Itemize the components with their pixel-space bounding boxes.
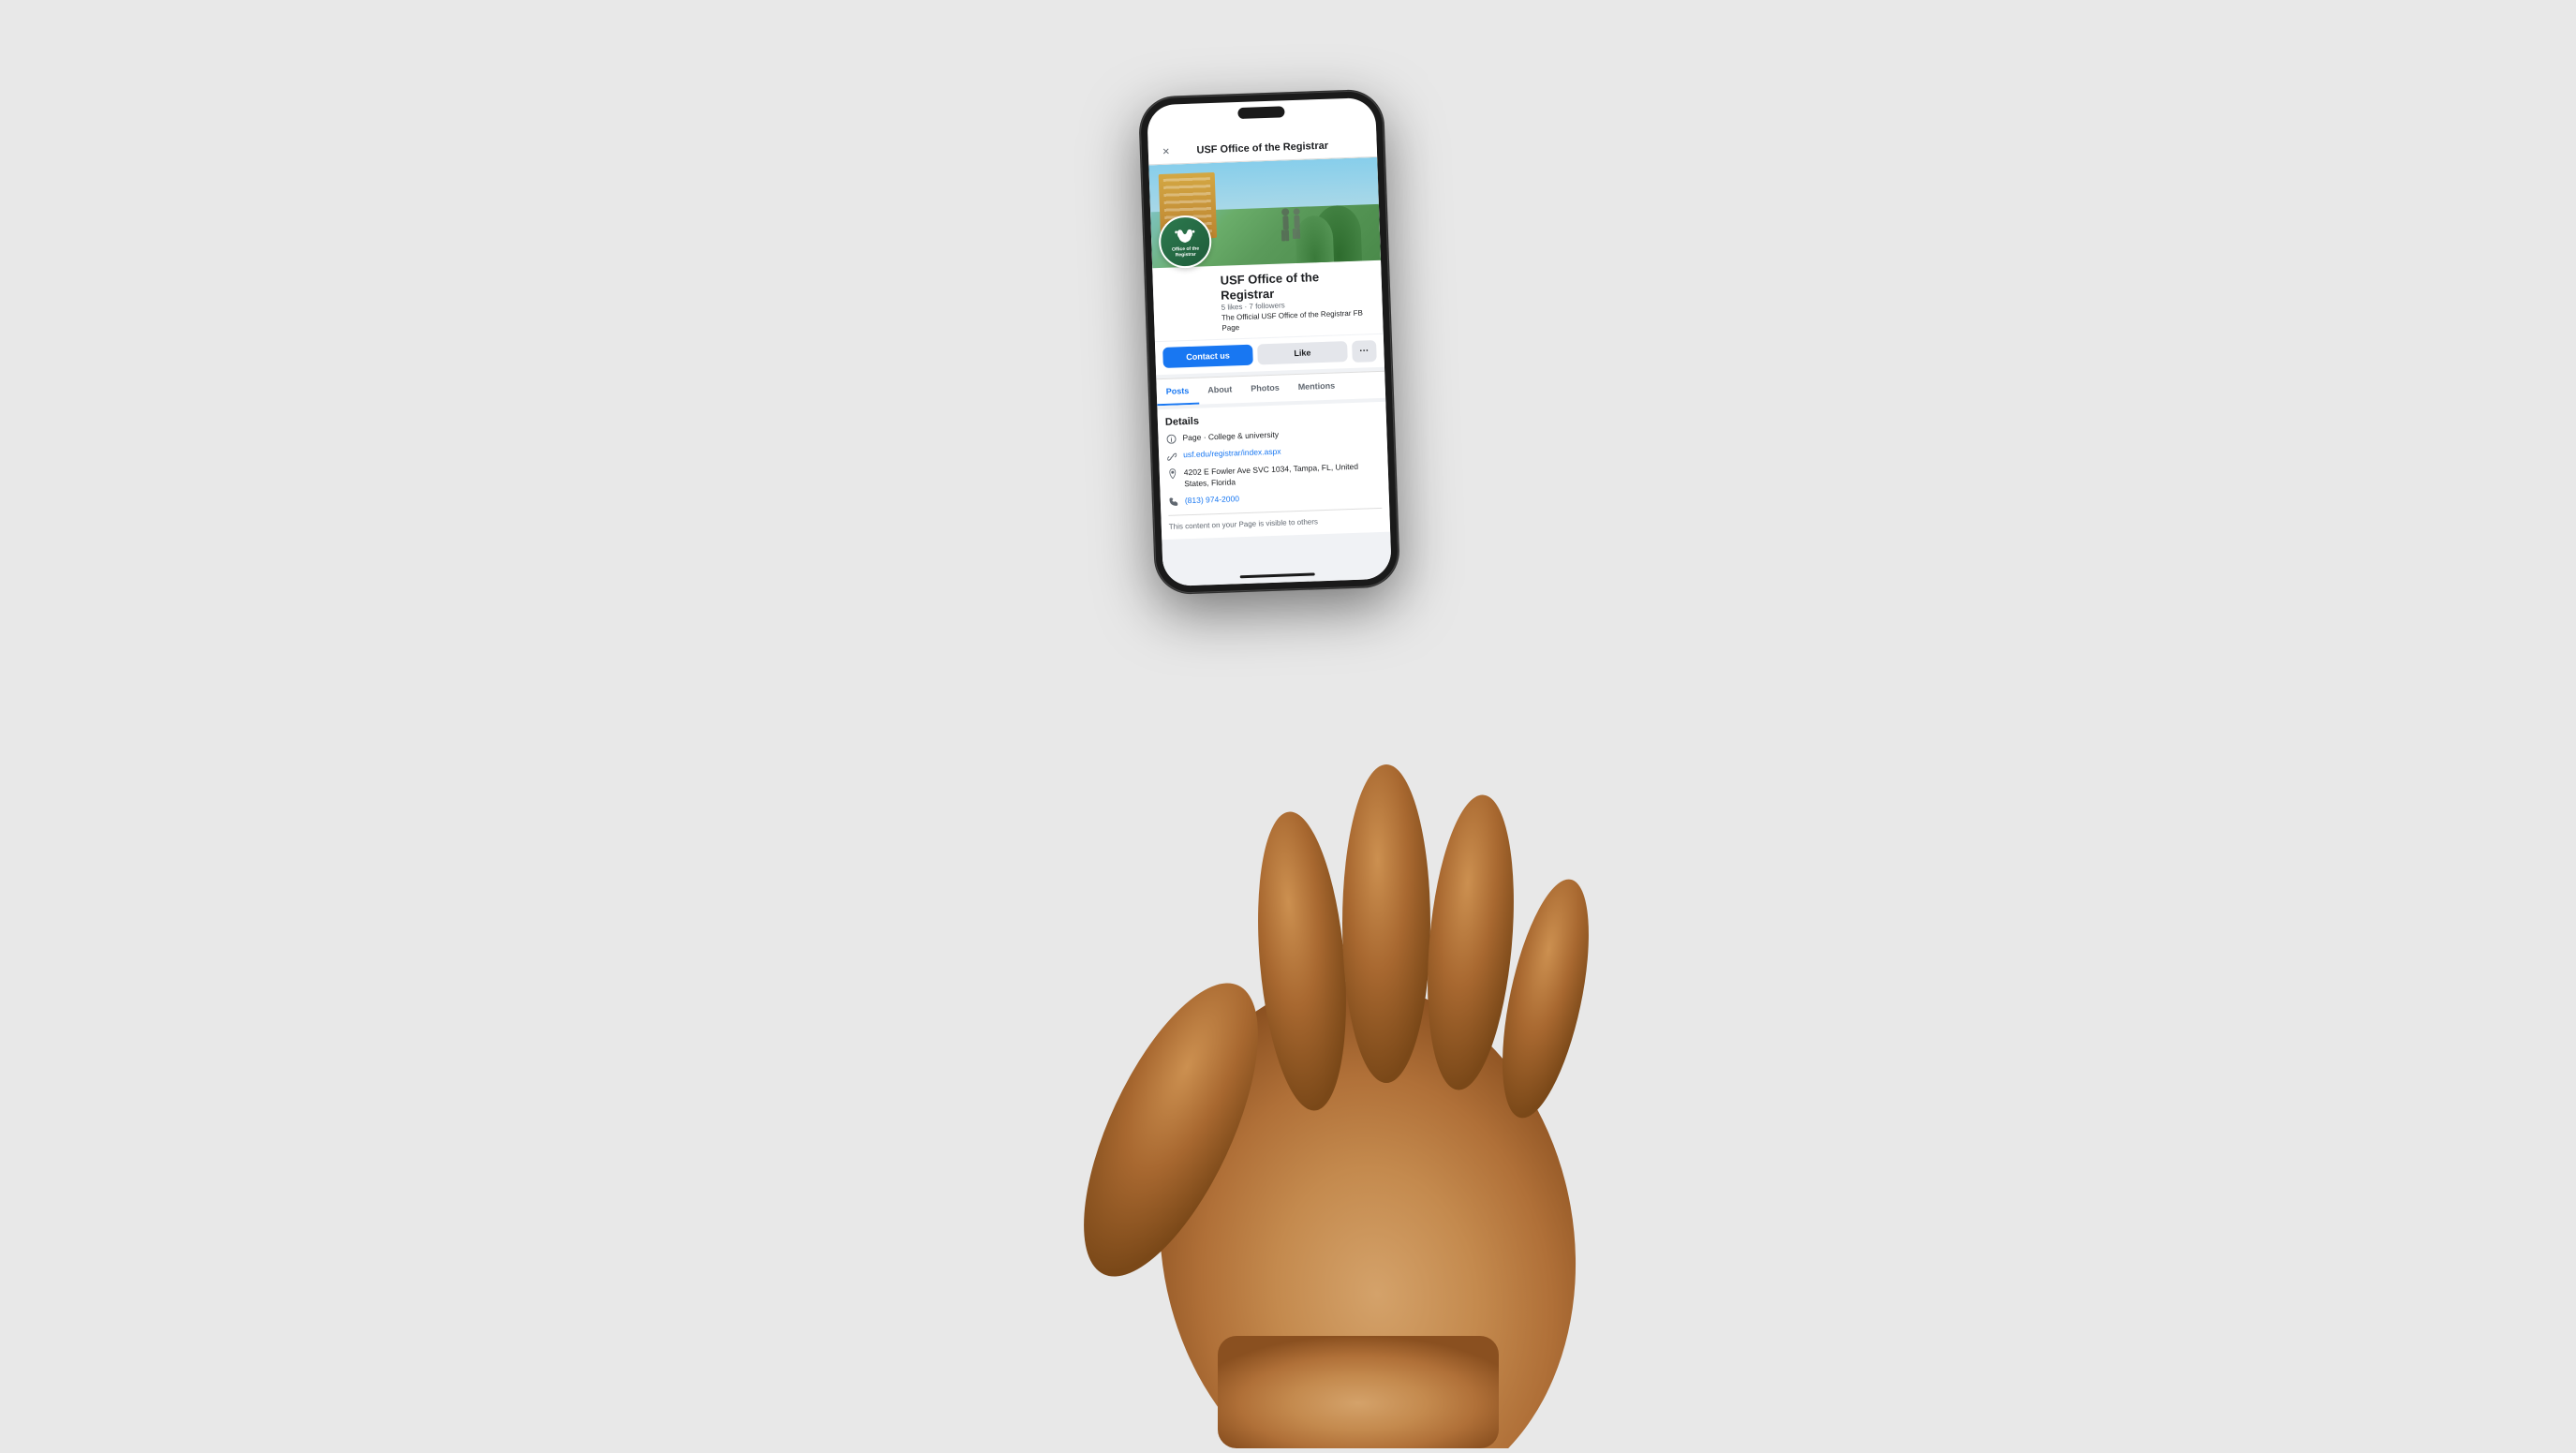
info-icon: i xyxy=(1165,434,1177,445)
battery-icon xyxy=(1346,120,1361,128)
phone-wrapper: 2:01 xyxy=(1139,90,1399,595)
more-button[interactable]: ··· xyxy=(1352,340,1377,363)
students-silhouette xyxy=(1276,207,1305,245)
phone-icon xyxy=(1168,497,1179,508)
hand-container xyxy=(824,605,1855,1448)
detail-row-website: usf.edu/registrar/index.aspx xyxy=(1166,443,1380,462)
phone-body: 2:01 xyxy=(1139,90,1399,595)
page-name: USF Office of the Registrar xyxy=(1220,268,1374,303)
usf-bull-icon xyxy=(1175,226,1196,247)
battery-fill xyxy=(1347,121,1357,126)
phone-screen: 2:01 xyxy=(1147,97,1392,586)
detail-website[interactable]: usf.edu/registrar/index.aspx xyxy=(1183,447,1281,462)
signal-bar-1 xyxy=(1320,126,1322,129)
details-title: Details xyxy=(1165,409,1379,428)
link-icon xyxy=(1166,451,1177,462)
fb-content: Office of the Registrar USF Office of th… xyxy=(1148,157,1392,586)
signal-bar-3 xyxy=(1325,123,1327,129)
svg-text:i: i xyxy=(1171,437,1173,444)
dynamic-island xyxy=(1237,106,1284,119)
profile-label-line2: Registrar xyxy=(1174,252,1198,259)
contact-us-button[interactable]: Contact us xyxy=(1162,345,1253,368)
detail-row-phone: (813) 974-2000 xyxy=(1168,489,1382,508)
scene: 2:01 xyxy=(0,0,2576,1448)
signal-bar-4 xyxy=(1328,121,1330,129)
tab-posts[interactable]: Posts xyxy=(1156,378,1198,407)
detail-page-type: Page · College & university xyxy=(1182,430,1279,444)
detail-address: 4202 E Fowler Ave SVC 1034, Tampa, FL, U… xyxy=(1184,461,1382,490)
status-time: 2:01 xyxy=(1162,123,1185,135)
fb-header-title: USF Office of the Registrar xyxy=(1196,140,1328,156)
close-button[interactable]: × xyxy=(1158,142,1176,160)
tab-mentions[interactable]: Mentions xyxy=(1288,373,1344,401)
like-button[interactable]: Like xyxy=(1257,342,1348,365)
wifi-icon xyxy=(1333,120,1343,128)
detail-phone[interactable]: (813) 974-2000 xyxy=(1185,494,1240,507)
signal-bars-icon xyxy=(1320,121,1330,129)
profile-circle-wrapper: Office of the Registrar xyxy=(1158,215,1212,269)
page-info: USF Office of the Registrar 5 likes · 7 … xyxy=(1152,260,1384,341)
details-section: Details i Page · College & university xyxy=(1157,402,1390,541)
nav-tabs: Posts About Photos Mentions xyxy=(1156,371,1385,406)
status-icons xyxy=(1320,119,1361,129)
detail-row-page-type: i Page · College & university xyxy=(1165,426,1379,445)
page-description: The Official USF Office of the Registrar… xyxy=(1221,308,1376,333)
content-notice: This content on your Page is visible to … xyxy=(1168,508,1382,532)
tab-photos[interactable]: Photos xyxy=(1241,375,1289,403)
tab-about[interactable]: About xyxy=(1198,377,1242,405)
action-buttons: Contact us Like ··· xyxy=(1155,334,1384,375)
location-icon xyxy=(1167,468,1178,480)
signal-bar-2 xyxy=(1323,125,1325,129)
profile-avatar: Office of the Registrar xyxy=(1158,215,1212,269)
detail-row-address: 4202 E Fowler Ave SVC 1034, Tampa, FL, U… xyxy=(1167,461,1382,491)
